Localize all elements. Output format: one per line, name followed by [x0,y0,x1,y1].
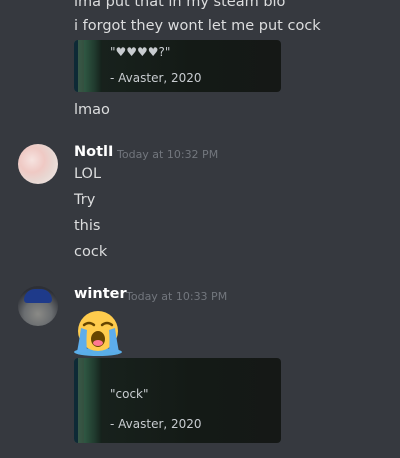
message-embed[interactable]: "♥♥♥♥?" - Avaster, 2020 [74,40,281,92]
message-text: LOL [74,166,102,182]
embed-quote: "cock" [110,387,149,401]
embed-quote: "♥♥♥♥?" [110,45,171,59]
message-text: i forgot they wont let me put cock [74,18,321,34]
message-text: cock [74,244,108,260]
embed-author: - Avaster, 2020 [110,71,202,85]
message-embed[interactable]: "cock" - Avaster, 2020 [74,358,281,443]
chat-messages: ima put that in my steam bio i forgot th… [0,0,400,458]
embed-image-stripe [84,40,102,92]
username[interactable]: NotlI [74,144,113,160]
message-text: this [74,218,101,234]
loudly-crying-face-emoji [74,311,122,356]
avatar-hat [24,289,52,303]
message-text: Try [74,192,96,208]
message-timestamp: Today at 10:32 PM [117,148,219,161]
embed-color-bar [74,40,78,92]
embed-author: - Avaster, 2020 [110,417,202,431]
avatar[interactable] [18,144,58,184]
embed-color-bar [74,358,78,443]
message-timestamp: Today at 10:33 PM [126,290,228,303]
message-text: ima put that in my steam bio [74,0,286,10]
message-text: lmao [74,102,110,118]
username[interactable]: winter [74,286,127,302]
embed-image-stripe [84,358,102,443]
avatar[interactable] [18,286,58,326]
